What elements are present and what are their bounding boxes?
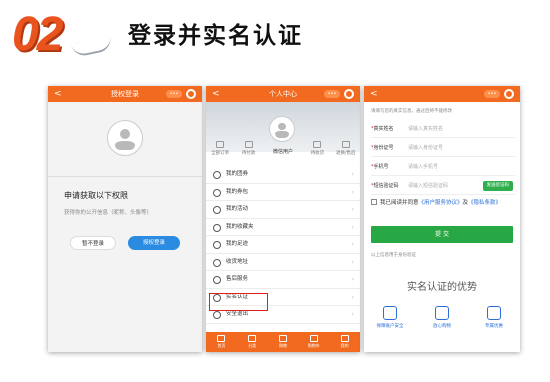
agreement[interactable]: 我已阅读并同意《用户服务协议》及《隐私条款》 <box>371 198 515 209</box>
title-bar: < 授权登录 ••• <box>48 86 202 102</box>
service-icon <box>213 276 221 284</box>
phone-real-name-form: < ••• 请填写您的真实信息，通过后将不能修改 *真实姓名 请输入真实姓名 *身… <box>364 86 520 352</box>
title-bar: < 个人中心 ••• <box>206 86 360 102</box>
highlight-box <box>209 293 268 311</box>
home-icon <box>217 335 226 342</box>
permission-title: 申请获取以下权限 <box>64 191 128 200</box>
title-bar: < ••• <box>364 86 520 102</box>
submit-button[interactable]: 提 交 <box>371 226 513 243</box>
benefit-shopping: 放心购物 <box>420 306 464 329</box>
close-target-icon[interactable] <box>504 89 514 99</box>
page-title: 登录并实名认证 <box>128 22 303 49</box>
tab-category[interactable]: 分类 <box>240 335 264 349</box>
sms-code-field[interactable]: *短信验证码 请输入短信验证码 发送验证码 <box>371 177 515 195</box>
deny-login-button[interactable]: 暂不登录 <box>70 236 116 250</box>
tab-shop[interactable]: 购物 <box>271 335 295 349</box>
tab-mine[interactable]: 我的 <box>333 335 357 349</box>
swoosh-decoration <box>70 35 114 59</box>
permission-desc: 获得你的公开信息（昵称、头像等） <box>64 210 153 216</box>
slide: 02 登录并实名认证 < 授权登录 ••• 申请获取以下权限 获得你的公开信息（… <box>0 0 550 382</box>
shortcut-after-sale[interactable]: 退换/售后 <box>334 138 358 162</box>
advantage-title: 实名认证的优势 <box>407 282 477 293</box>
agree-checkbox <box>371 199 377 205</box>
close-target-icon[interactable] <box>186 89 196 99</box>
close-target-icon[interactable] <box>344 89 354 99</box>
power-icon <box>213 311 221 319</box>
terms-link[interactable]: 《用户服务协议》 <box>419 200 463 206</box>
tab-cart[interactable]: 购物车 <box>302 335 326 349</box>
cart-icon <box>309 335 318 342</box>
tab-home[interactable]: 首页 <box>209 335 233 349</box>
menu-item-favorites[interactable]: 我的收藏夹 › <box>206 219 360 236</box>
grid-icon <box>248 335 257 342</box>
shortcut-to-receive[interactable]: 待收货 <box>305 138 329 162</box>
back-icon[interactable]: < <box>370 86 378 102</box>
menu-item-coupons[interactable]: 我的团券 › <box>206 166 360 184</box>
menu-item-history[interactable]: 我的足迹 › <box>206 236 360 254</box>
name-field[interactable]: *真实姓名 请输入真实姓名 <box>371 120 515 138</box>
skip-note: 以上信息用于身份验证 <box>371 253 416 258</box>
shortcut-unpaid[interactable]: 待付款 <box>237 138 261 162</box>
menu-item-voucher-bag[interactable]: 我的券包 › <box>206 184 360 201</box>
bar-title: 授权登录 <box>111 90 139 98</box>
menu-item-service[interactable]: 售后服务 › <box>206 271 360 289</box>
phone-authorize-login: < 授权登录 ••• 申请获取以下权限 获得你的公开信息（昵称、头像等） 暂不登… <box>48 86 202 352</box>
id-number-field[interactable]: *身份证号 请输入身份证号 <box>371 139 515 157</box>
more-icon[interactable]: ••• <box>324 90 340 98</box>
avatar <box>107 120 143 156</box>
footprint-icon <box>213 241 221 249</box>
menu-item-address[interactable]: 收货地址 › <box>206 254 360 271</box>
more-icon[interactable]: ••• <box>484 90 500 98</box>
shortcut-all-orders[interactable]: 全部订单 <box>208 138 232 162</box>
flame-icon <box>213 206 221 214</box>
allow-login-button[interactable]: 授权登录 <box>128 236 180 250</box>
shortcut-username: 微信用户 <box>272 149 293 155</box>
smile-icon <box>435 306 449 320</box>
step-number: 02 <box>12 8 63 61</box>
bag-icon <box>278 335 287 342</box>
user-icon <box>340 335 349 342</box>
phone-field[interactable]: *手机号 请输入手机号 <box>371 158 515 176</box>
coupon-icon <box>487 306 501 320</box>
more-icon[interactable]: ••• <box>166 90 182 98</box>
back-icon[interactable]: < <box>212 86 220 102</box>
order-shortcuts: 全部订单 待付款 微信用户 待收货 退换/售后 <box>206 138 360 162</box>
form-tip: 请填写您的真实信息，通过后将不能修改 <box>371 109 452 114</box>
back-icon[interactable]: < <box>54 86 62 102</box>
ticket-icon <box>213 171 221 179</box>
tab-bar: 首页 分类 购物 购物车 我的 <box>206 332 360 352</box>
bar-title: 个人中心 <box>269 90 297 98</box>
benefit-security: 保障账户安全 <box>368 306 412 329</box>
wallet-icon <box>213 188 221 197</box>
benefits: 保障账户安全 放心购物 专属优惠 <box>364 306 520 329</box>
shield-icon <box>383 306 397 320</box>
heart-icon <box>213 223 221 232</box>
menu-item-activities[interactable]: 我的活动 › <box>206 201 360 219</box>
benefit-discount: 专属优惠 <box>472 306 516 329</box>
privacy-link[interactable]: 《隐私条款》 <box>468 200 501 206</box>
location-icon <box>213 258 221 267</box>
send-code-button[interactable]: 发送验证码 <box>482 181 513 191</box>
phone-personal-center: < 个人中心 ••• 全部订单 待付款 微信用户 待收货 退换/售后 我的团券 ›… <box>206 86 360 352</box>
